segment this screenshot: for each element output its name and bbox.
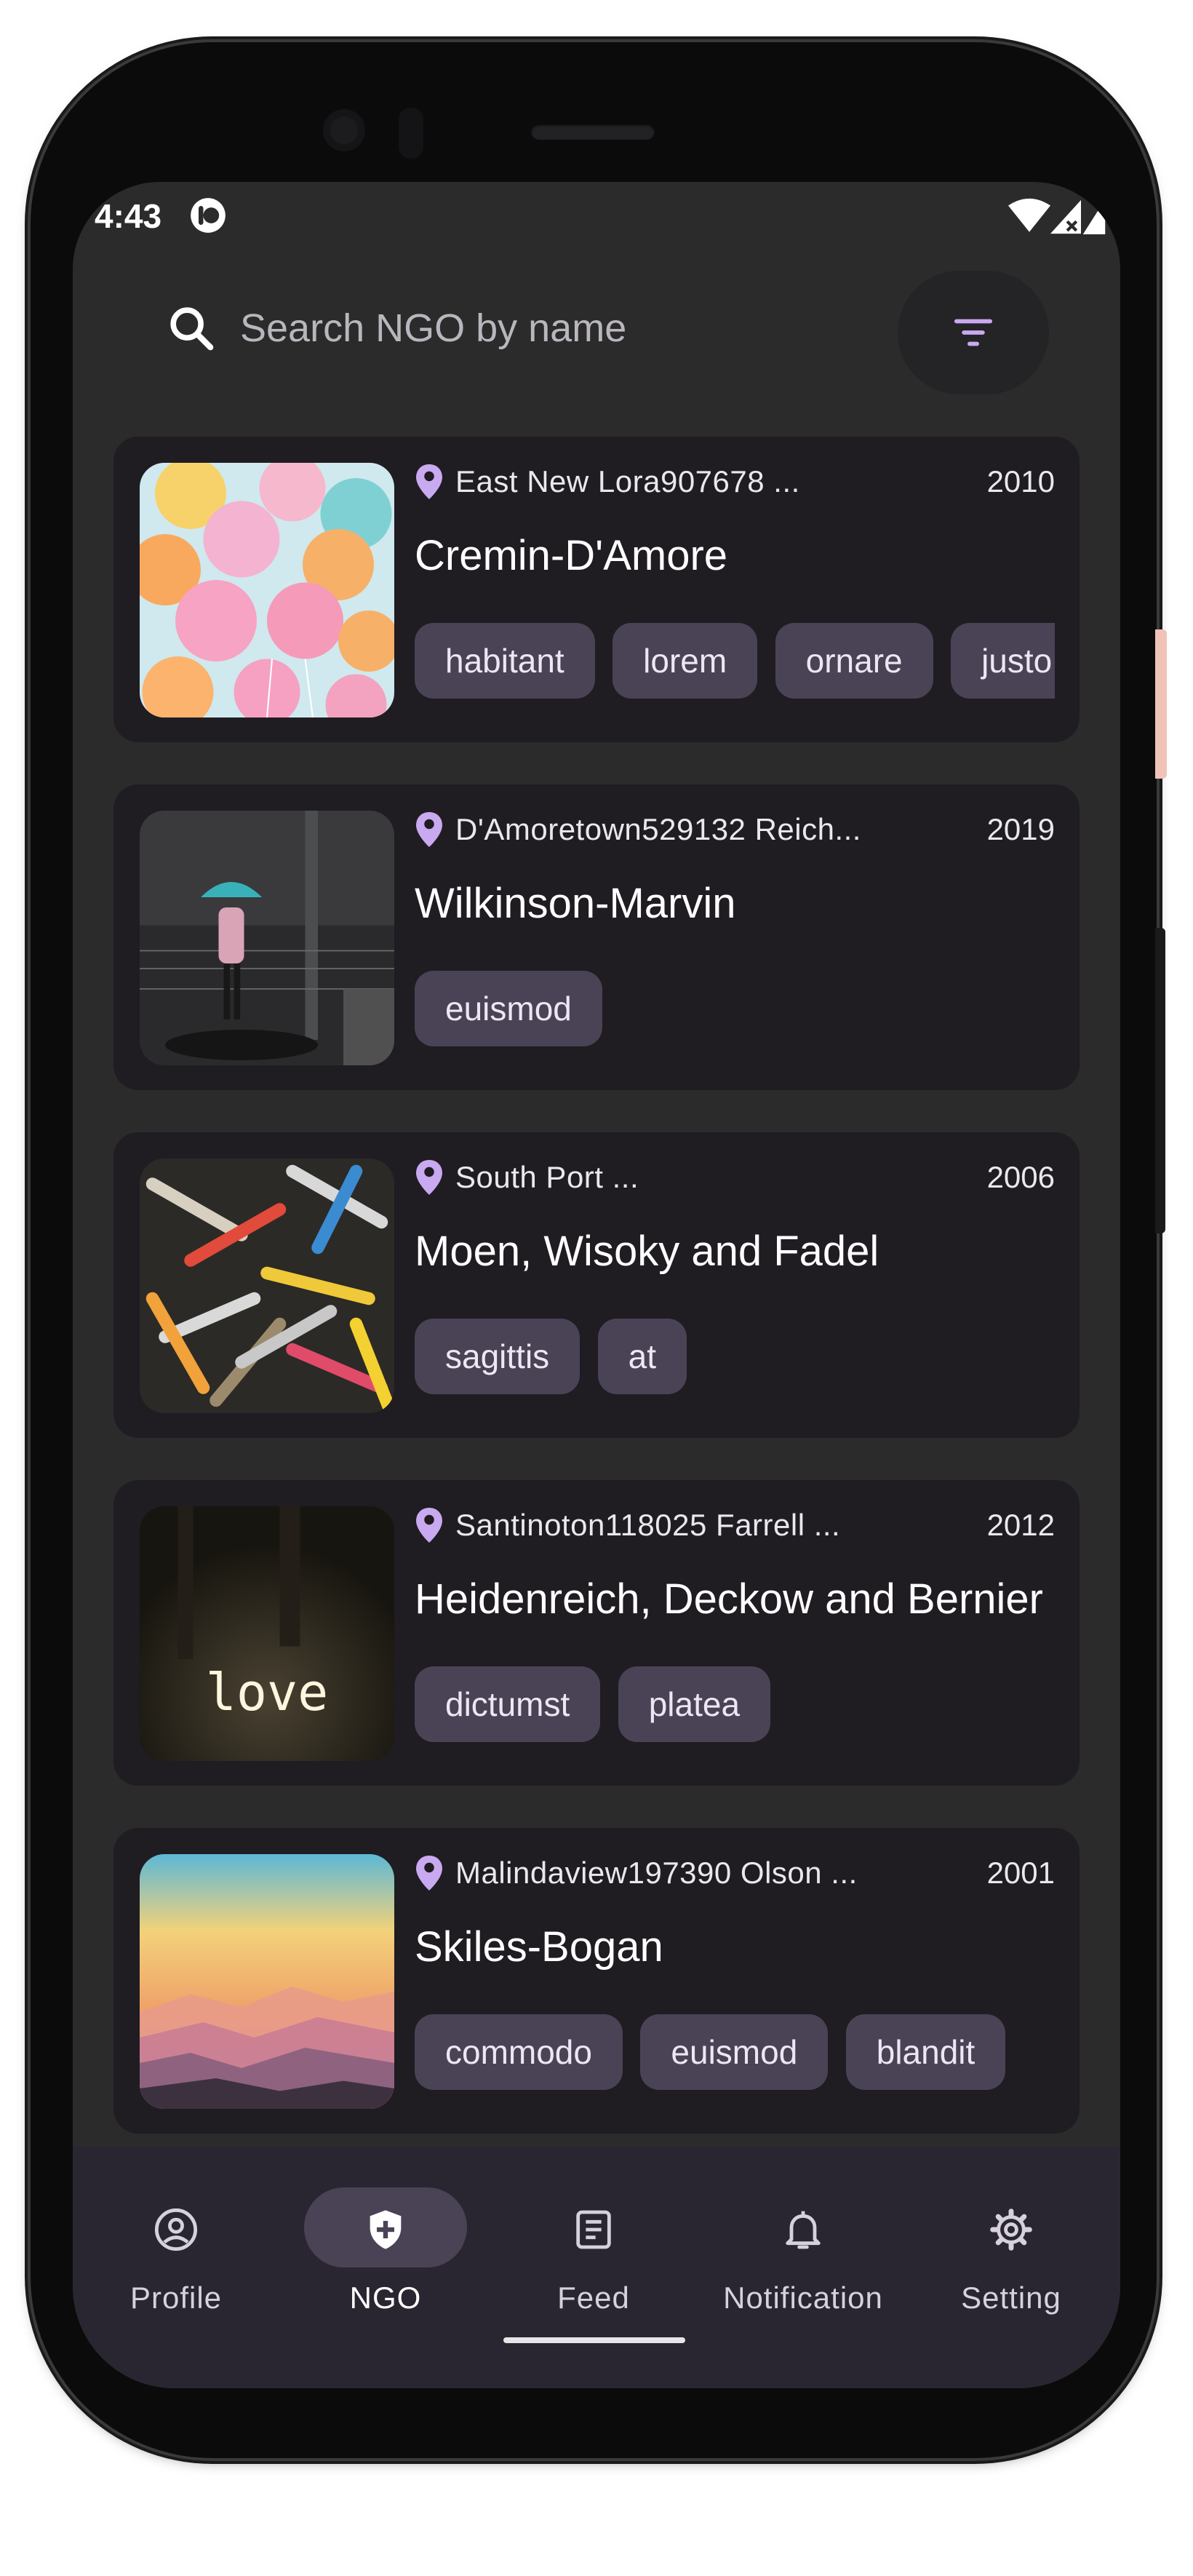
nav-label: Feed (557, 2281, 630, 2315)
ngo-image (140, 811, 394, 1065)
tag-list: sagittis at (415, 1319, 1055, 1394)
ngo-card[interactable]: love Santinoton118025 Farrell ... 2012 H… (113, 1480, 1080, 1786)
location-pin-icon (416, 1508, 442, 1543)
search-input[interactable] (240, 304, 706, 352)
ngo-location: East New Lora907678 ... (455, 464, 800, 498)
ngo-image (140, 463, 394, 717)
search-icon[interactable] (166, 303, 217, 354)
tag-chip[interactable]: justo (951, 623, 1055, 699)
tag-list: habitant lorem ornare justo (415, 623, 1055, 699)
bottom-navigation: Profile NGO Feed Notification Setting (73, 2147, 1120, 2388)
app-screen: 4:43 Search NGO by name East New Lora907… (73, 182, 1120, 2388)
nav-label: NGO (349, 2281, 422, 2315)
filter-button[interactable] (898, 271, 1049, 394)
wifi-icon (1008, 198, 1050, 232)
tag-list: commodo euismod blandit (415, 2014, 1055, 2090)
love-sign-image: love (140, 1506, 394, 1761)
ngo-name: Heidenreich, Deckow and Bernier (415, 1575, 1043, 1623)
ngo-name: Moen, Wisoky and Fadel (415, 1228, 879, 1275)
front-camera (323, 109, 365, 151)
tools-image (140, 1158, 394, 1413)
ngo-year: 2006 (986, 1160, 1055, 1194)
tag-chip[interactable]: lorem (613, 623, 758, 699)
tag-chip[interactable]: at (597, 1319, 687, 1394)
tag-list: euismod (415, 971, 1055, 1046)
ngo-image: love (140, 1506, 394, 1761)
gear-icon (990, 2209, 1032, 2251)
ngo-name: Cremin-D'Amore (415, 532, 728, 579)
ngo-image (140, 1854, 394, 2109)
ngo-location: Santinoton118025 Farrell ... (455, 1508, 841, 1542)
volume-button (1155, 928, 1165, 1233)
app-notification-icon (191, 198, 226, 233)
nav-label: Notification (723, 2281, 883, 2315)
battery-icon (1082, 199, 1106, 234)
article-icon (576, 2210, 611, 2249)
signal-icon (1050, 199, 1081, 234)
ngo-image (140, 1158, 394, 1413)
tag-chip[interactable]: sagittis (415, 1319, 580, 1394)
ngo-year: 2019 (986, 812, 1055, 846)
tag-chip[interactable]: euismod (415, 971, 602, 1046)
location-pin-icon (416, 464, 442, 499)
ngo-card[interactable]: East New Lora907678 ... 2010 Cremin-D'Am… (113, 437, 1080, 742)
ngo-name: Skiles-Bogan (415, 1923, 663, 1971)
balloons-image (140, 463, 394, 717)
ngo-year: 2010 (986, 464, 1055, 498)
filter-icon (954, 319, 993, 346)
ngo-card[interactable]: Malindaview197390 Olson ... 2001 Skiles-… (113, 1828, 1080, 2134)
earpiece-speaker (531, 124, 655, 140)
tag-chip[interactable]: platea (618, 1666, 771, 1742)
location-pin-icon (416, 1856, 442, 1891)
tag-list: dictumst platea (415, 1666, 1055, 1742)
nav-item-notification[interactable]: Notification (701, 2187, 905, 2333)
nav-item-feed[interactable]: Feed (492, 2187, 695, 2333)
tag-chip[interactable]: ornare (775, 623, 933, 699)
location-pin-icon (416, 812, 442, 847)
ngo-location: South Port ... (455, 1160, 639, 1194)
ngo-card[interactable]: D'Amoretown529132 Reich... 2019 Wilkinso… (113, 784, 1080, 1090)
ngo-location: D'Amoretown529132 Reich... (455, 812, 861, 846)
ngo-year: 2012 (986, 1508, 1055, 1542)
nav-item-setting[interactable]: Setting (909, 2187, 1113, 2333)
shield-plus-icon (370, 2210, 402, 2249)
ngo-year: 2001 (986, 1856, 1055, 1890)
ngo-card[interactable]: South Port ... 2006 Moen, Wisoky and Fad… (113, 1132, 1080, 1438)
umbrella-night-image (140, 811, 394, 1065)
status-time: 4:43 (95, 197, 162, 235)
nav-item-profile[interactable]: Profile (74, 2187, 278, 2333)
ngo-location: Malindaview197390 Olson ... (455, 1856, 858, 1890)
love-sign-text: love (206, 1663, 329, 1722)
nav-label: Profile (129, 2281, 223, 2315)
tag-chip[interactable]: blandit (845, 2014, 1006, 2090)
sunset-mountains-image (140, 1854, 394, 2109)
bell-icon (786, 2211, 821, 2249)
tag-chip[interactable]: habitant (415, 623, 595, 699)
account-circle-icon (154, 2208, 198, 2251)
ngo-name: Wilkinson-Marvin (415, 880, 736, 927)
power-button (1155, 629, 1167, 779)
camera-sensor (399, 108, 423, 159)
status-bar: 4:43 (73, 182, 1120, 269)
nav-label: Setting (961, 2281, 1061, 2315)
nav-item-ngo[interactable]: NGO (284, 2187, 487, 2333)
tag-chip[interactable]: euismod (640, 2014, 829, 2090)
home-indicator[interactable] (503, 2337, 685, 2343)
tag-chip[interactable]: dictumst (415, 1666, 601, 1742)
tag-chip[interactable]: commodo (415, 2014, 623, 2090)
location-pin-icon (416, 1160, 442, 1195)
